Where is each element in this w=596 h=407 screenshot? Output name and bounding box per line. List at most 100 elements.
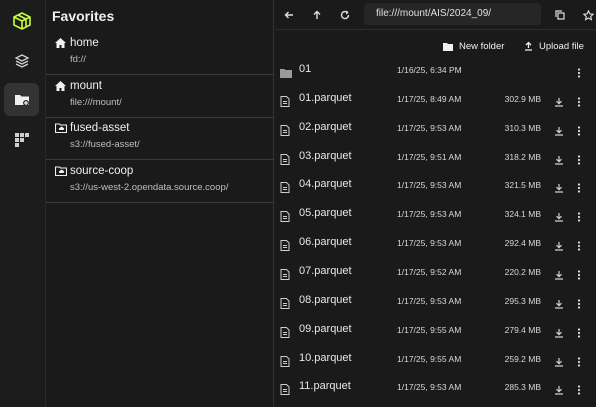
- download-icon[interactable]: [554, 152, 564, 170]
- icon-rail: [0, 0, 46, 407]
- favorite-path: s3://us-west-2.opendata.source.coop/: [70, 182, 229, 193]
- file-date: 1/17/25, 9:51 AM: [397, 151, 462, 162]
- file-size: 295.3 MB: [504, 295, 541, 306]
- file-date: 1/17/25, 9:53 AM: [397, 209, 462, 220]
- new-folder-button[interactable]: New folder: [443, 38, 504, 54]
- file-icon: [280, 123, 290, 141]
- file-name: 01.parquet: [299, 91, 352, 104]
- file-date: 1/17/25, 9:53 AM: [397, 122, 462, 133]
- more-options-icon[interactable]: [577, 65, 581, 83]
- favorite-name: mount: [70, 80, 102, 92]
- home-icon: [55, 38, 66, 51]
- favorites-title: Favorites: [52, 8, 115, 24]
- file-date: 1/17/25, 9:55 AM: [397, 324, 462, 335]
- address-bar[interactable]: file:///mount/AIS/2024_09/: [364, 3, 541, 25]
- home-icon: [55, 81, 66, 94]
- file-size: 259.2 MB: [504, 353, 541, 364]
- file-icon: [280, 94, 290, 112]
- download-icon[interactable]: [554, 296, 564, 314]
- file-name: 03.parquet: [299, 149, 352, 162]
- download-icon[interactable]: [554, 325, 564, 343]
- more-options-icon[interactable]: [577, 325, 581, 343]
- file-row[interactable]: 06.parquet 1/17/25, 9:53 AM 292.4 MB: [275, 230, 596, 258]
- download-icon[interactable]: [554, 382, 564, 400]
- folder-row[interactable]: 01 1/16/25, 6:34 PM: [275, 57, 596, 85]
- more-options-icon[interactable]: [577, 94, 581, 112]
- layers-icon[interactable]: [4, 44, 39, 77]
- file-row[interactable]: 07.parquet 1/17/25, 9:52 AM 220.2 MB: [275, 259, 596, 287]
- download-icon[interactable]: [554, 354, 564, 372]
- file-row[interactable]: 04.parquet 1/17/25, 9:53 AM 321.5 MB: [275, 172, 596, 200]
- file-row[interactable]: 05.parquet 1/17/25, 9:53 AM 324.1 MB: [275, 201, 596, 229]
- back-arrow-icon[interactable]: [280, 6, 298, 24]
- file-row[interactable]: 03.parquet 1/17/25, 9:51 AM 318.2 MB: [275, 144, 596, 172]
- file-size: 220.2 MB: [504, 266, 541, 277]
- file-name: 09.parquet: [299, 322, 352, 335]
- more-options-icon[interactable]: [577, 152, 581, 170]
- favorite-name: home: [70, 37, 99, 49]
- upload-file-button[interactable]: Upload file: [524, 38, 584, 54]
- favorite-name: fused-asset: [70, 122, 130, 134]
- file-size: 318.2 MB: [504, 151, 541, 162]
- file-size: 285.3 MB: [504, 382, 541, 393]
- file-date: 1/17/25, 9:53 AM: [397, 382, 462, 393]
- toolbar: file:///mount/AIS/2024_09/: [275, 0, 596, 30]
- file-size: 302.9 MB: [504, 93, 541, 104]
- fused-logo-icon[interactable]: [4, 4, 39, 37]
- star-icon[interactable]: [579, 6, 596, 24]
- new-folder-label: New folder: [459, 40, 505, 52]
- download-icon[interactable]: [554, 238, 564, 256]
- file-name: 10.parquet: [299, 351, 352, 364]
- file-icon: [280, 267, 290, 285]
- file-icon: [280, 382, 290, 400]
- file-icon: [280, 152, 290, 170]
- files-icon[interactable]: [4, 83, 39, 116]
- up-arrow-icon[interactable]: [308, 6, 326, 24]
- file-date: 1/17/25, 9:52 AM: [397, 266, 462, 277]
- grid-apps-icon[interactable]: [4, 123, 39, 156]
- file-row[interactable]: 08.parquet 1/17/25, 9:53 AM 295.3 MB: [275, 288, 596, 316]
- file-name: 06.parquet: [299, 236, 352, 249]
- file-date: 1/16/25, 6:34 PM: [397, 65, 462, 75]
- more-options-icon[interactable]: [577, 238, 581, 256]
- more-options-icon[interactable]: [577, 382, 581, 400]
- file-icon: [280, 180, 290, 198]
- more-options-icon[interactable]: [577, 354, 581, 372]
- copy-icon[interactable]: [551, 6, 569, 24]
- more-options-icon[interactable]: [577, 180, 581, 198]
- download-icon[interactable]: [554, 94, 564, 112]
- upload-icon: [525, 41, 532, 51]
- more-options-icon[interactable]: [577, 123, 581, 141]
- file-row[interactable]: 02.parquet 1/17/25, 9:53 AM 310.3 MB: [275, 115, 596, 143]
- file-name: 07.parquet: [299, 264, 352, 277]
- favorite-item-home[interactable]: home fd://: [46, 32, 274, 75]
- folder-cloud-icon: [54, 123, 68, 136]
- file-size: 310.3 MB: [504, 122, 541, 133]
- file-date: 1/17/25, 8:49 AM: [397, 93, 462, 104]
- refresh-icon[interactable]: [336, 6, 354, 24]
- download-icon[interactable]: [554, 267, 564, 285]
- file-row[interactable]: 11.parquet 1/17/25, 9:53 AM 285.3 MB: [275, 374, 596, 402]
- download-icon[interactable]: [554, 209, 564, 227]
- more-options-icon[interactable]: [577, 209, 581, 227]
- download-icon[interactable]: [554, 180, 564, 198]
- favorite-item-fused-asset[interactable]: fused-asset s3://fused-asset/: [46, 117, 274, 160]
- file-name: 08.parquet: [299, 293, 352, 306]
- file-row[interactable]: 09.parquet 1/17/25, 9:55 AM 279.4 MB: [275, 317, 596, 345]
- file-name: 01: [299, 63, 312, 75]
- more-options-icon[interactable]: [577, 267, 581, 285]
- file-row[interactable]: 01.parquet 1/17/25, 8:49 AM 302.9 MB: [275, 86, 596, 114]
- favorites-panel: Favorites home fd:// mount file:///mount…: [46, 0, 274, 407]
- file-date: 1/17/25, 9:55 AM: [397, 353, 462, 364]
- more-options-icon[interactable]: [577, 296, 581, 314]
- file-date: 1/17/25, 9:53 AM: [397, 180, 462, 191]
- folder-plus-icon: [443, 42, 453, 51]
- file-row[interactable]: 10.parquet 1/17/25, 9:55 AM 259.2 MB: [275, 346, 596, 374]
- favorite-item-source-coop[interactable]: source-coop s3://us-west-2.opendata.sour…: [46, 160, 274, 203]
- favorite-name: source-coop: [70, 165, 134, 177]
- file-name: 04.parquet: [299, 178, 352, 191]
- favorite-path: file:///mount/: [70, 97, 122, 108]
- download-icon[interactable]: [554, 123, 564, 141]
- favorite-item-mount[interactable]: mount file:///mount/: [46, 75, 274, 118]
- upload-file-label: Upload file: [539, 40, 584, 52]
